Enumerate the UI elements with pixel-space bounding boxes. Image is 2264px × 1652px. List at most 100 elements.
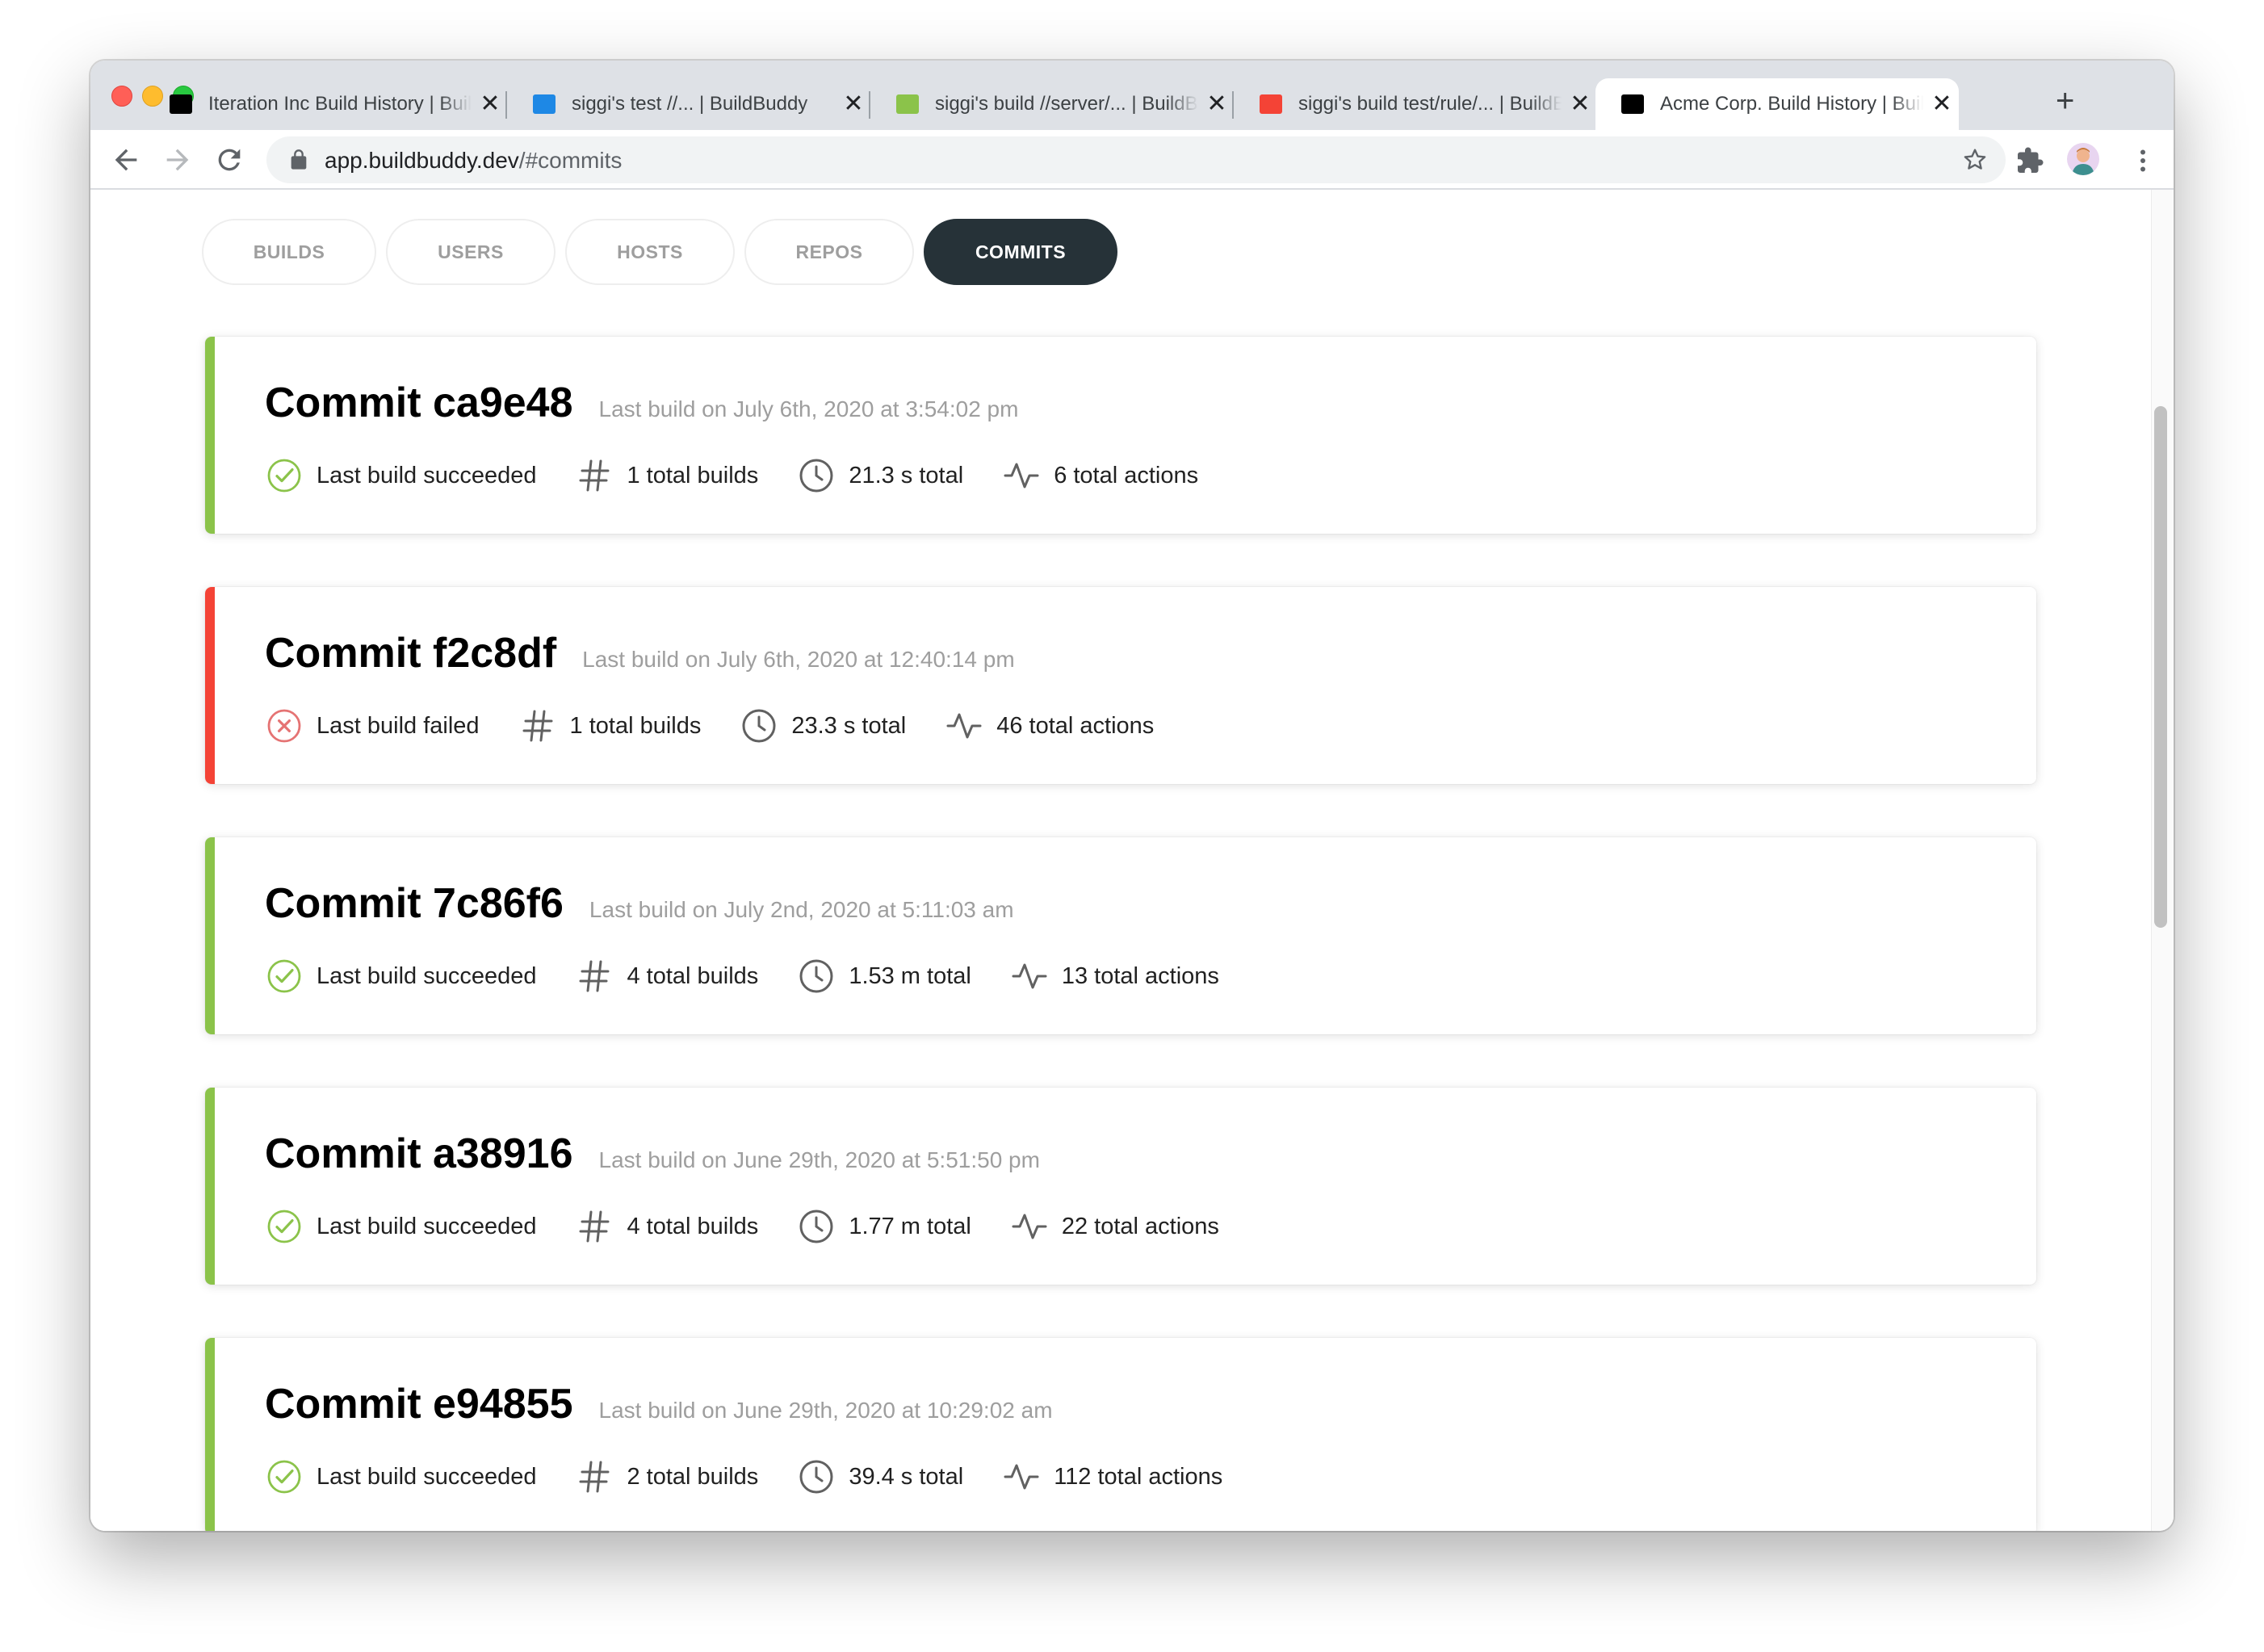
activity-icon xyxy=(1012,963,1047,989)
check-circle-icon xyxy=(267,1210,301,1243)
status-stat: Last build failed xyxy=(265,707,480,745)
status-text: Last build succeeded xyxy=(317,1463,537,1490)
status-text: Last build succeeded xyxy=(317,1213,537,1239)
actions-count: 22 total actions xyxy=(1061,1213,1219,1239)
page-content: BUILDS USERS HOSTS REPOS COMMITS Commit … xyxy=(90,190,2174,1531)
hash-icon xyxy=(579,1461,610,1493)
last-build-time: Last build on June 29th, 2020 at 10:29:0… xyxy=(598,1398,1053,1423)
check-circle-icon xyxy=(267,1460,301,1494)
builds-stat: 1 total builds xyxy=(518,707,701,745)
buildbuddy-favicon-icon xyxy=(1621,94,1644,114)
clock-icon xyxy=(799,959,833,993)
commit-card[interactable]: Commit ca9e48 Last build on July 6th, 20… xyxy=(205,337,2036,534)
browser-window: Iteration Inc Build History | BuildBuddy… xyxy=(90,61,2174,1531)
url-path: /#commits xyxy=(518,148,623,173)
actions-stat: 46 total actions xyxy=(945,707,1154,745)
browser-tab[interactable]: Iteration Inc Build History | BuildBuddy… xyxy=(144,78,507,130)
browser-tab-active[interactable]: Acme Corp. Build History | BuildBuddy ✕ xyxy=(1595,78,1959,130)
lock-icon[interactable] xyxy=(287,149,310,171)
forward-arrow-icon[interactable] xyxy=(161,144,194,176)
duration-total: 39.4 s total xyxy=(849,1463,964,1490)
status-bar xyxy=(205,1338,215,1531)
builds-stat: 4 total builds xyxy=(575,957,758,996)
tab-title: Iteration Inc Build History | BuildBuddy xyxy=(208,93,472,115)
status-text: Last build succeeded xyxy=(317,462,537,488)
browser-tab[interactable]: siggi's build test/rule/... | BuildBuddy… xyxy=(1234,78,1597,130)
commit-title: Commit a38916 Last build on June 29th, 2… xyxy=(265,1130,1040,1178)
extensions-puzzle-icon[interactable] xyxy=(2015,146,2044,175)
reload-icon[interactable] xyxy=(213,144,245,176)
commit-id: Commit a38916 xyxy=(265,1130,573,1177)
actions-count: 13 total actions xyxy=(1061,962,1219,989)
builds-count: 4 total builds xyxy=(627,1213,759,1239)
duration-total: 21.3 s total xyxy=(849,462,964,488)
scrollbar-thumb[interactable] xyxy=(2154,406,2167,928)
tab-close-icon[interactable]: ✕ xyxy=(478,92,502,116)
builds-count: 4 total builds xyxy=(627,962,759,989)
actions-stat: 112 total actions xyxy=(1002,1457,1222,1496)
hash-icon xyxy=(579,459,610,492)
commit-card[interactable]: Commit f2c8df Last build on July 6th, 20… xyxy=(205,587,2036,784)
commit-stats: Last build succeeded 1 total builds 21.3… xyxy=(265,456,1237,495)
tab-close-icon[interactable]: ✕ xyxy=(1568,92,1592,116)
actions-stat: 6 total actions xyxy=(1002,456,1198,495)
builds-count: 1 total builds xyxy=(627,462,759,488)
url-host: app.buildbuddy.dev xyxy=(325,148,519,173)
kebab-menu-icon[interactable] xyxy=(2128,145,2157,177)
status-text: Last build failed xyxy=(317,712,480,739)
builds-count: 2 total builds xyxy=(627,1463,759,1490)
tab-users[interactable]: USERS xyxy=(386,219,556,285)
url-text[interactable]: app.buildbuddy.dev/#commits xyxy=(325,148,622,174)
buildbuddy-favicon-icon xyxy=(533,94,556,114)
commit-title: Commit 7c86f6 Last build on July 2nd, 20… xyxy=(265,879,1014,928)
status-bar xyxy=(205,337,215,534)
activity-icon xyxy=(1004,463,1039,488)
browser-toolbar: app.buildbuddy.dev/#commits xyxy=(90,130,2174,190)
tab-builds[interactable]: BUILDS xyxy=(202,219,376,285)
tab-title: siggi's build //server/... | BuildBuddy xyxy=(935,93,1198,115)
tab-commits[interactable]: COMMITS xyxy=(924,219,1117,285)
hash-icon xyxy=(522,710,553,742)
tab-close-icon[interactable]: ✕ xyxy=(841,92,866,116)
bookmark-star-icon[interactable] xyxy=(1962,147,1988,173)
tab-title: Acme Corp. Build History | BuildBuddy xyxy=(1660,93,1923,115)
tab-close-icon[interactable]: ✕ xyxy=(1205,92,1229,116)
check-circle-icon xyxy=(267,459,301,493)
tab-strip: Iteration Inc Build History | BuildBuddy… xyxy=(90,61,2174,130)
activity-icon xyxy=(946,713,982,739)
profile-avatar[interactable] xyxy=(2067,143,2099,175)
browser-tab[interactable]: siggi's test //... | BuildBuddy ✕ xyxy=(507,78,870,130)
builds-stat: 2 total builds xyxy=(575,1457,758,1496)
browser-tab[interactable]: siggi's build //server/... | BuildBuddy … xyxy=(870,78,1234,130)
back-arrow-icon[interactable] xyxy=(110,144,142,176)
status-stat: Last build succeeded xyxy=(265,1207,536,1246)
commit-id: Commit 7c86f6 xyxy=(265,880,564,927)
activity-icon xyxy=(1004,1464,1039,1490)
commit-title: Commit e94855 Last build on June 29th, 2… xyxy=(265,1380,1053,1428)
builds-stat: 4 total builds xyxy=(575,1207,758,1246)
last-build-time: Last build on July 2nd, 2020 at 5:11:03 … xyxy=(589,897,1014,922)
commit-card[interactable]: Commit a38916 Last build on June 29th, 2… xyxy=(205,1088,2036,1285)
tab-repos[interactable]: REPOS xyxy=(744,219,914,285)
clock-icon xyxy=(742,709,776,743)
new-tab-button[interactable]: + xyxy=(2056,85,2074,117)
clock-icon xyxy=(799,459,833,493)
commit-card[interactable]: Commit e94855 Last build on June 29th, 2… xyxy=(205,1338,2036,1531)
close-window-button[interactable] xyxy=(111,86,132,107)
address-bar[interactable]: app.buildbuddy.dev/#commits xyxy=(266,136,2006,183)
status-stat: Last build succeeded xyxy=(265,456,536,495)
tab-hosts[interactable]: HOSTS xyxy=(565,219,735,285)
tab-close-icon[interactable]: ✕ xyxy=(1930,92,1954,116)
status-bar xyxy=(205,837,215,1034)
duration-stat: 1.77 m total xyxy=(797,1207,971,1246)
user-avatar-icon xyxy=(2067,143,2099,175)
duration-total: 23.3 s total xyxy=(791,712,907,739)
hash-icon xyxy=(579,960,610,992)
actions-count: 6 total actions xyxy=(1054,462,1199,488)
commit-card[interactable]: Commit 7c86f6 Last build on July 2nd, 20… xyxy=(205,837,2036,1034)
status-stat: Last build succeeded xyxy=(265,1457,536,1496)
commit-id: Commit ca9e48 xyxy=(265,379,573,426)
commit-title: Commit f2c8df Last build on July 6th, 20… xyxy=(265,629,1015,677)
activity-icon xyxy=(1012,1214,1047,1239)
actions-count: 46 total actions xyxy=(996,712,1155,739)
